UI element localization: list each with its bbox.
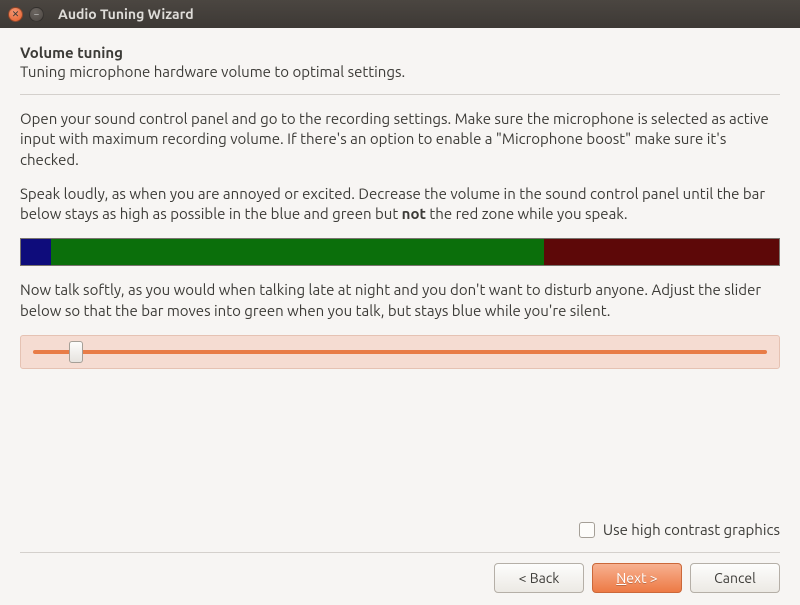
instruction-1: Open your sound control panel and go to … (20, 109, 780, 170)
minimize-icon[interactable]: – (29, 7, 44, 22)
wizard-content: Volume tuning Tuning microphone hardware… (0, 28, 800, 605)
sensitivity-slider[interactable] (20, 335, 780, 369)
divider (20, 94, 780, 95)
instruction-3: Now talk softly, as you would when talki… (20, 280, 780, 321)
high-contrast-checkbox[interactable] (579, 522, 595, 538)
page-subheading: Tuning microphone hardware volume to opt… (20, 63, 780, 80)
next-button[interactable]: Next > (592, 563, 682, 593)
high-contrast-row: Use high contrast graphics (20, 521, 780, 538)
spacer (20, 383, 780, 521)
page-heading: Volume tuning (20, 44, 780, 61)
next-button-label: Next > (616, 570, 657, 586)
instruction-2: Speak loudly, as when you are annoyed or… (20, 184, 780, 225)
cancel-button[interactable]: Cancel (690, 563, 780, 593)
volume-meter-red (544, 239, 779, 265)
instruction-2-pre: Speak loudly, as when you are annoyed or… (20, 185, 765, 222)
window-title: Audio Tuning Wizard (58, 6, 194, 22)
instruction-2-post: the red zone while you speak. (426, 205, 628, 222)
titlebar: ✕ – Audio Tuning Wizard (0, 0, 800, 28)
window-controls: ✕ – (8, 7, 44, 22)
back-button-label: < Back (519, 570, 560, 586)
high-contrast-label: Use high contrast graphics (603, 521, 780, 538)
divider-bottom (20, 552, 780, 553)
cancel-button-label: Cancel (714, 570, 756, 586)
volume-meter (20, 238, 780, 266)
volume-meter-blue (21, 239, 51, 265)
instruction-2-bold: not (402, 205, 426, 222)
slider-thumb[interactable] (69, 341, 83, 363)
close-icon[interactable]: ✕ (8, 7, 23, 22)
wizard-buttons: < Back Next > Cancel (20, 563, 780, 593)
volume-meter-green (51, 239, 544, 265)
back-button[interactable]: < Back (494, 563, 584, 593)
slider-track (33, 350, 767, 354)
